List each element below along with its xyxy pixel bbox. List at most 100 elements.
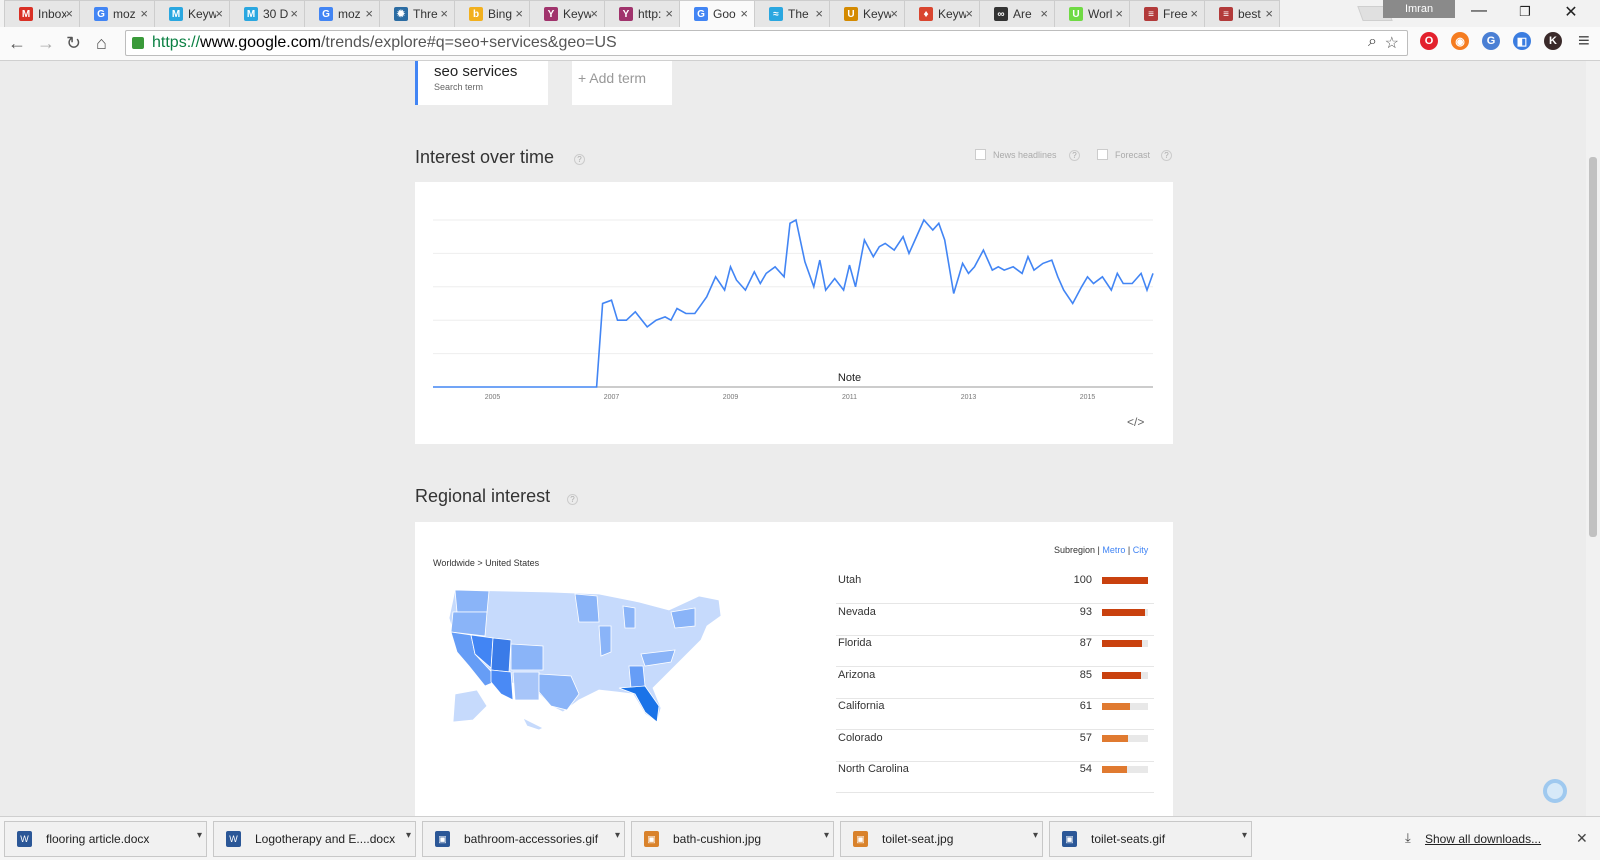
browser-tab[interactable]: Gmoz × bbox=[79, 0, 155, 27]
region-row[interactable]: Colorado 57 bbox=[836, 730, 1154, 762]
chevron-down-icon[interactable]: ▾ bbox=[1242, 830, 1247, 841]
browser-tab[interactable]: M Inbox × bbox=[4, 0, 80, 27]
help-icon[interactable]: ? bbox=[1069, 150, 1080, 161]
browser-tab[interactable]: M Keyw × bbox=[154, 0, 230, 27]
region-row[interactable]: Florida 87 bbox=[836, 635, 1154, 667]
close-tab-icon[interactable]: × bbox=[590, 6, 598, 21]
search-term-sub: Search term bbox=[434, 82, 484, 92]
region-row[interactable]: Nevada 93 bbox=[836, 604, 1154, 636]
lock-icon bbox=[132, 37, 144, 49]
browser-tab[interactable]: U Worl × bbox=[1054, 0, 1130, 27]
forecast-checkbox[interactable] bbox=[1097, 149, 1108, 160]
close-tab-icon[interactable]: × bbox=[140, 6, 148, 21]
browser-tab[interactable]: ∞ Are × bbox=[979, 0, 1055, 27]
close-tab-icon[interactable]: × bbox=[965, 6, 973, 21]
tab-label: Inbox bbox=[38, 7, 66, 21]
download-item[interactable]: ▣ toilet-seat.jpg ▾ bbox=[840, 821, 1043, 857]
download-item[interactable]: ▣ toilet-seats.gif ▾ bbox=[1049, 821, 1252, 857]
browser-tab[interactable]: M 30 D × bbox=[229, 0, 305, 27]
close-downloads-icon[interactable]: ✕ bbox=[1576, 830, 1588, 847]
firefox-icon[interactable]: ◉ bbox=[1451, 32, 1469, 50]
search-term-card[interactable]: seo services Search term bbox=[415, 61, 548, 105]
browser-tab[interactable]: G Goo × bbox=[679, 0, 755, 27]
region-row[interactable]: North Carolina 54 bbox=[836, 761, 1154, 793]
minimize-button[interactable]: — bbox=[1464, 2, 1494, 20]
close-tab-icon[interactable]: × bbox=[1190, 6, 1198, 21]
add-term-button[interactable]: + Add term bbox=[572, 61, 672, 105]
chevron-down-icon[interactable]: ▾ bbox=[615, 830, 620, 841]
browser-tab[interactable]: Y Keyw × bbox=[529, 0, 605, 27]
close-tab-icon[interactable]: × bbox=[65, 6, 73, 21]
embed-code-button[interactable]: </> bbox=[1127, 415, 1144, 429]
translate-icon[interactable]: G bbox=[1482, 32, 1500, 50]
menu-button[interactable]: ≡ bbox=[1578, 30, 1590, 53]
resolution-switch: Subregion | Metro | City bbox=[1054, 545, 1149, 555]
star-icon[interactable]: ☆ bbox=[1385, 33, 1399, 53]
close-tab-icon[interactable]: × bbox=[515, 6, 523, 21]
chevron-down-icon[interactable]: ▾ bbox=[197, 830, 202, 841]
breadcrumb[interactable]: Worldwide > United States bbox=[433, 558, 539, 568]
zoom-icon[interactable]: ⌕ bbox=[1368, 33, 1377, 51]
help-icon[interactable]: ? bbox=[1161, 150, 1172, 161]
help-icon[interactable]: ? bbox=[574, 154, 585, 165]
close-tab-icon[interactable]: × bbox=[1115, 6, 1123, 21]
metro-link[interactable]: Metro bbox=[1102, 545, 1125, 555]
tab-label: Worl bbox=[1088, 7, 1113, 21]
forward-button[interactable]: → bbox=[37, 33, 55, 54]
download-item[interactable]: W Logotherapy and E....docx ▾ bbox=[213, 821, 416, 857]
chevron-down-icon[interactable]: ▾ bbox=[406, 830, 411, 841]
close-window-button[interactable]: ✕ bbox=[1556, 2, 1586, 22]
close-tab-icon[interactable]: × bbox=[440, 6, 448, 21]
show-all-downloads-link[interactable]: Show all downloads... bbox=[1425, 832, 1541, 846]
close-tab-icon[interactable]: × bbox=[815, 6, 823, 21]
scrollbar-thumb[interactable] bbox=[1589, 157, 1597, 537]
browser-tab[interactable]: ≡ best × bbox=[1204, 0, 1280, 27]
download-item[interactable]: Wflooring article.docx ▾ bbox=[4, 821, 207, 857]
browser-tab[interactable]: ≈ The × bbox=[754, 0, 830, 27]
interest-chart-card: 2005 2007 2009 2011 2013 2015 Note </> bbox=[415, 182, 1173, 444]
close-tab-icon[interactable]: × bbox=[290, 6, 298, 21]
home-button[interactable]: ⌂ bbox=[96, 33, 107, 54]
download-item[interactable]: ▣ bathroom-accessories.gif ▾ bbox=[422, 821, 625, 857]
browser-tab[interactable]: ♦ Keyw × bbox=[904, 0, 980, 27]
download-item[interactable]: ▣ bath-cushion.jpg ▾ bbox=[631, 821, 834, 857]
page-scrollbar[interactable] bbox=[1586, 61, 1600, 816]
us-map[interactable] bbox=[439, 582, 729, 732]
opera-icon[interactable]: O bbox=[1420, 32, 1438, 50]
subregion-link[interactable]: Subregion bbox=[1054, 545, 1095, 555]
browser-tab[interactable]: Gmoz × bbox=[304, 0, 380, 27]
help-icon[interactable]: ? bbox=[567, 494, 578, 505]
region-bar-fill bbox=[1102, 640, 1143, 647]
close-tab-icon[interactable]: × bbox=[215, 6, 223, 21]
settings-gear-icon[interactable] bbox=[1543, 779, 1567, 803]
region-bar bbox=[1102, 734, 1148, 742]
profile-k-icon[interactable]: K bbox=[1544, 32, 1562, 50]
close-tab-icon[interactable]: × bbox=[365, 6, 373, 21]
browser-tab[interactable]: ✹ Thre × bbox=[379, 0, 455, 27]
chevron-down-icon[interactable]: ▾ bbox=[1033, 830, 1038, 841]
back-button[interactable]: ← bbox=[8, 33, 26, 54]
flame-icon: ♦ bbox=[919, 7, 933, 21]
url-text[interactable]: https://www.google.com/trends/explore#q=… bbox=[152, 34, 617, 52]
close-tab-icon[interactable]: × bbox=[665, 6, 673, 21]
cast-icon[interactable]: ◧ bbox=[1513, 32, 1531, 50]
close-tab-icon[interactable]: × bbox=[890, 6, 898, 21]
browser-tab[interactable]: U Keyw × bbox=[829, 0, 905, 27]
region-row[interactable]: Arizona 85 bbox=[836, 667, 1154, 699]
region-row[interactable]: Utah 100 bbox=[836, 572, 1154, 604]
close-tab-icon[interactable]: × bbox=[1040, 6, 1048, 21]
reload-button[interactable]: ↻ bbox=[66, 33, 81, 54]
dots-icon: ∞ bbox=[994, 7, 1008, 21]
browser-tab[interactable]: ≡ Free × bbox=[1129, 0, 1205, 27]
close-tab-icon[interactable]: × bbox=[1265, 6, 1273, 21]
browser-tab[interactable]: Yhttp: × bbox=[604, 0, 680, 27]
news-headlines-checkbox[interactable] bbox=[975, 149, 986, 160]
restore-button[interactable]: ❐ bbox=[1510, 4, 1540, 20]
profile-button[interactable]: Imran bbox=[1383, 0, 1455, 18]
chevron-down-icon[interactable]: ▾ bbox=[824, 830, 829, 841]
close-tab-icon[interactable]: × bbox=[740, 6, 748, 21]
browser-tab[interactable]: b Bing × bbox=[454, 0, 530, 27]
address-bar[interactable]: https://www.google.com/trends/explore#q=… bbox=[125, 30, 1408, 56]
region-row[interactable]: California 61 bbox=[836, 698, 1154, 730]
city-link[interactable]: City bbox=[1133, 545, 1149, 555]
